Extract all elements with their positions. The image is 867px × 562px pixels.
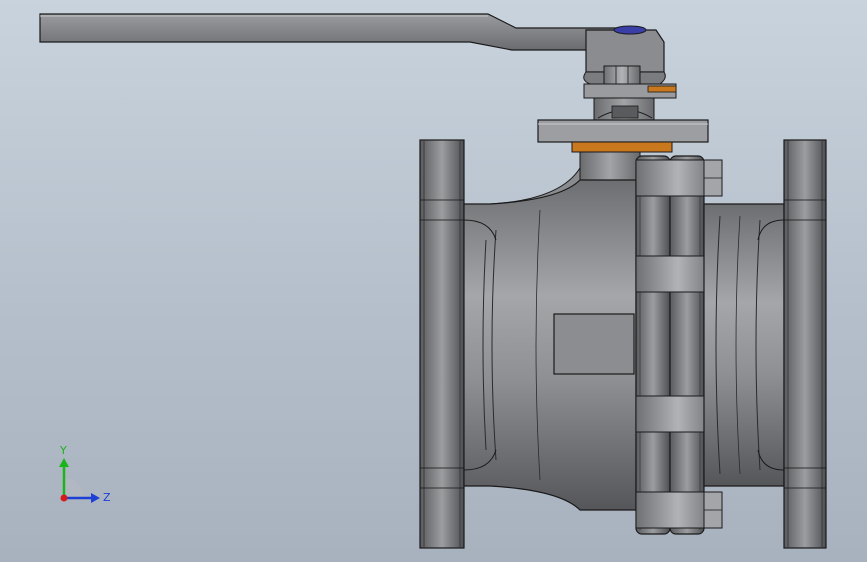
z-axis-arrowhead bbox=[91, 493, 100, 503]
gland-flange bbox=[537, 119, 709, 153]
ball-valve-model[interactable] bbox=[0, 0, 867, 562]
reference-triad: Y Z bbox=[59, 444, 111, 504]
end-cap bbox=[703, 203, 785, 487]
bolt-top bbox=[635, 159, 723, 197]
bolt-bottom bbox=[635, 491, 723, 529]
x-axis-point bbox=[60, 494, 68, 502]
triad-quadrant bbox=[64, 478, 84, 498]
center-flange-right bbox=[669, 155, 705, 535]
stem-nut bbox=[603, 65, 641, 85]
right-flange bbox=[783, 139, 827, 549]
left-flange bbox=[419, 139, 465, 549]
valve-body bbox=[463, 179, 637, 511]
y-axis-arrowhead bbox=[59, 458, 69, 467]
graphics-viewport[interactable]: Y Z bbox=[0, 0, 867, 562]
center-flange-left bbox=[635, 155, 671, 535]
stop-plate bbox=[583, 83, 677, 121]
z-axis-label: Z bbox=[103, 491, 111, 504]
lever-handle[interactable] bbox=[39, 13, 623, 51]
y-axis-label: Y bbox=[59, 444, 67, 457]
